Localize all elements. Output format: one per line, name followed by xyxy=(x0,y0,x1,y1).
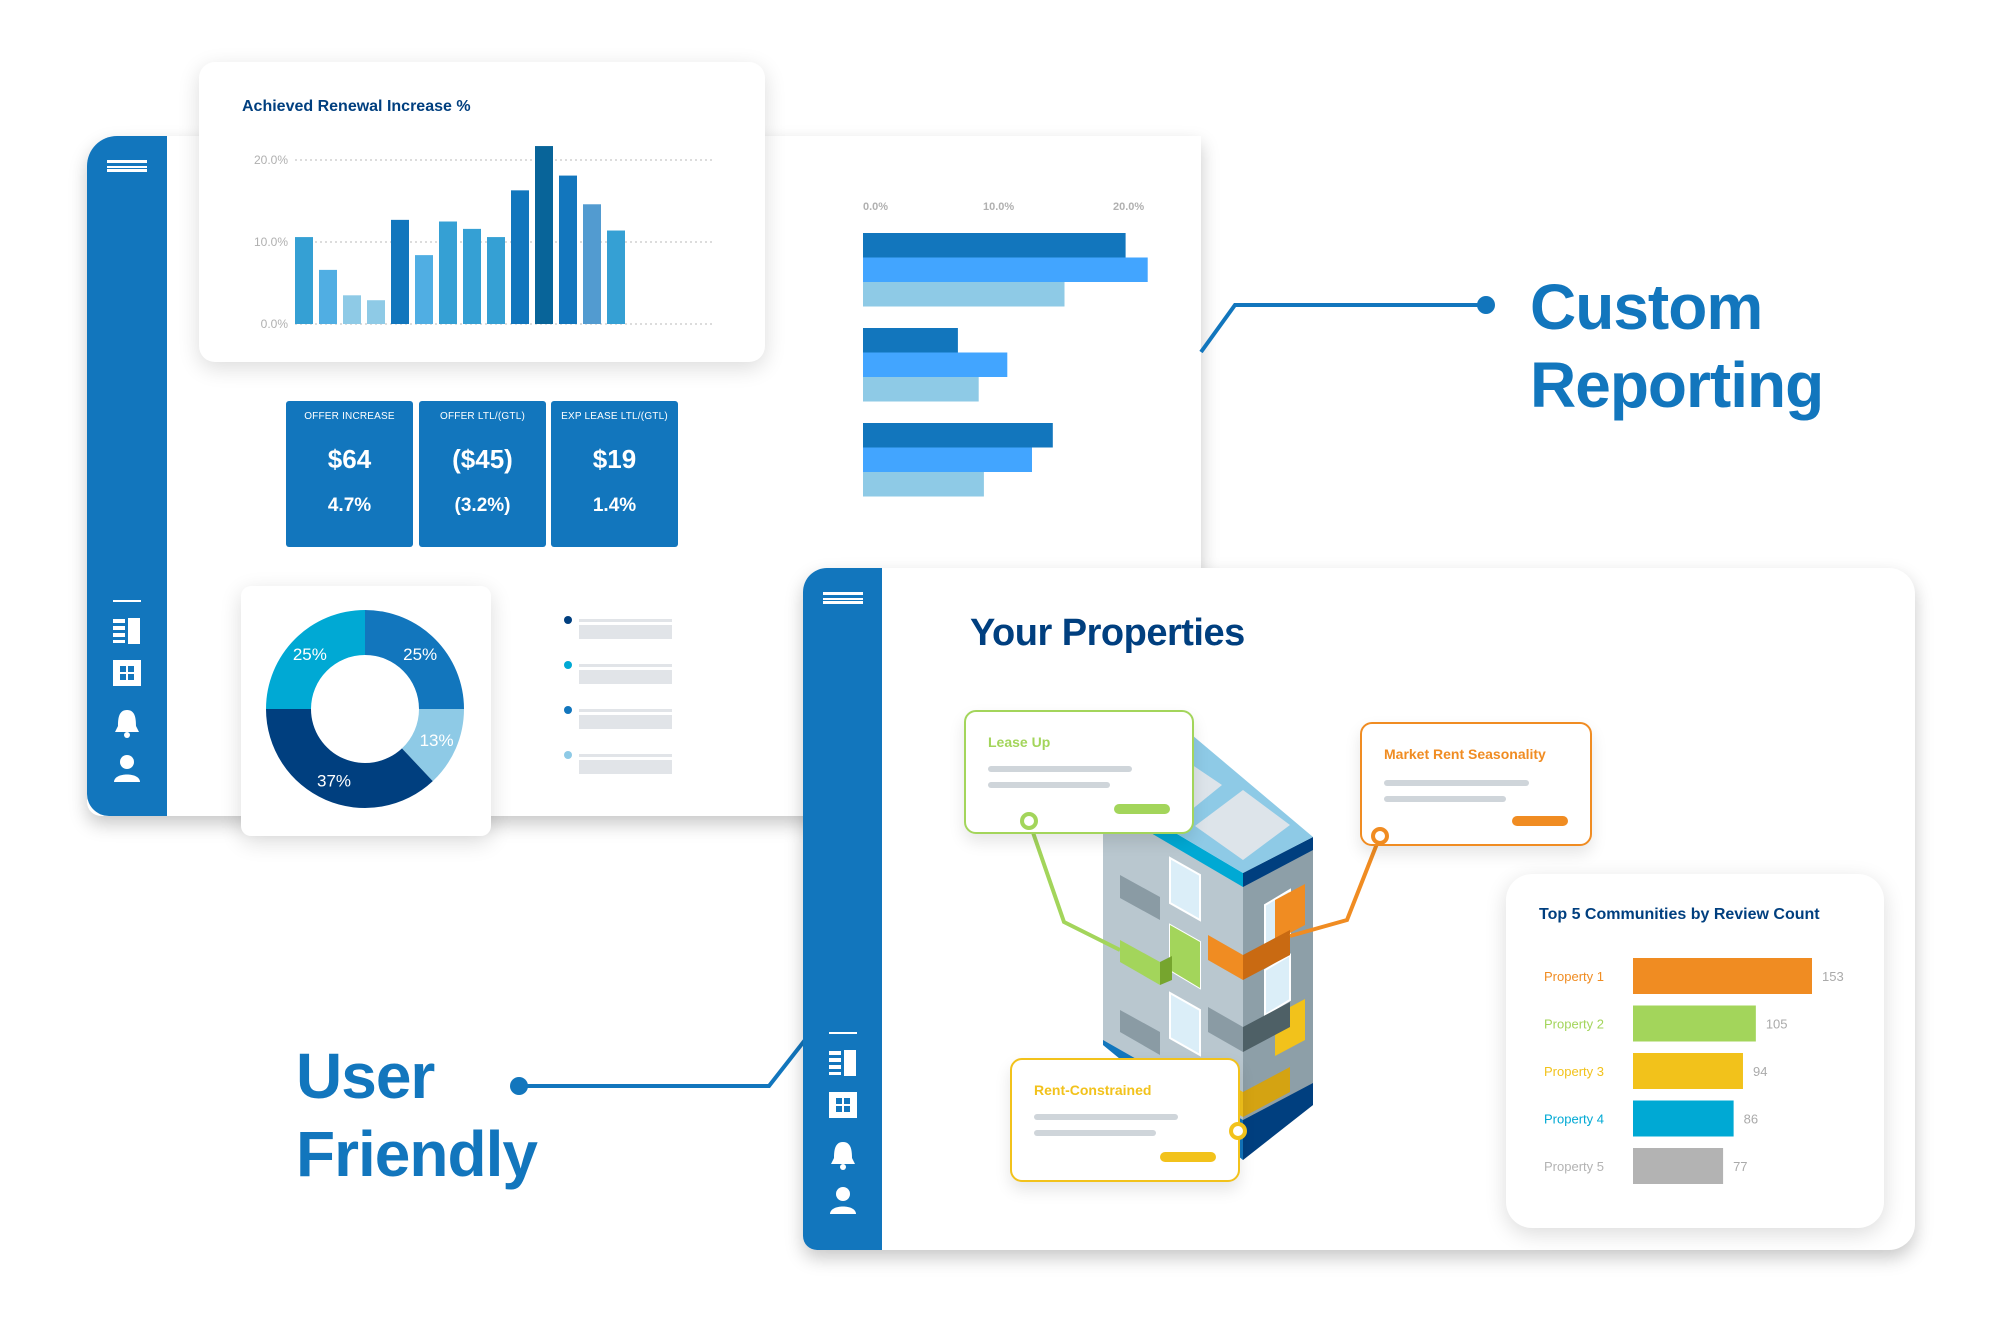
bar xyxy=(1633,1005,1756,1042)
callout-market-rent-seasonality[interactable]: Market Rent Seasonality xyxy=(1360,722,1592,846)
callout-title: Rent-Constrained xyxy=(1034,1082,1152,1098)
bar xyxy=(1633,958,1812,994)
callout-rent-constrained[interactable]: Rent-Constrained xyxy=(1010,1058,1240,1182)
placeholder-line xyxy=(988,766,1132,772)
bar xyxy=(1633,1148,1724,1184)
bar xyxy=(1633,1100,1734,1137)
placeholder-line xyxy=(1034,1130,1156,1136)
callout-button[interactable] xyxy=(1512,816,1568,826)
value-label: 94 xyxy=(1753,1064,1767,1079)
value-label: 105 xyxy=(1766,1017,1788,1032)
category-label: Property 2 xyxy=(1544,1017,1604,1032)
placeholder-line xyxy=(988,782,1110,788)
value-label: 153 xyxy=(1822,969,1844,984)
placeholder-line xyxy=(1384,780,1529,786)
category-label: Property 3 xyxy=(1544,1064,1604,1079)
bar xyxy=(1633,1053,1743,1089)
category-label: Property 5 xyxy=(1544,1159,1604,1174)
top5-bar-chart: Property 1 153 Property 2 105 Property 3 94 Pr… xyxy=(1544,958,1844,1184)
callout-button[interactable] xyxy=(1114,804,1170,814)
callout-title: Market Rent Seasonality xyxy=(1384,746,1546,762)
category-label: Property 4 xyxy=(1544,1112,1604,1127)
value-label: 86 xyxy=(1744,1112,1758,1127)
category-label: Property 1 xyxy=(1544,969,1604,984)
placeholder-line xyxy=(1384,796,1506,802)
placeholder-line xyxy=(1034,1114,1178,1120)
callout-button[interactable] xyxy=(1160,1152,1216,1162)
callout-title: Lease Up xyxy=(988,734,1051,750)
value-label: 77 xyxy=(1733,1159,1747,1174)
callout-lease-up[interactable]: Lease Up xyxy=(964,710,1194,834)
